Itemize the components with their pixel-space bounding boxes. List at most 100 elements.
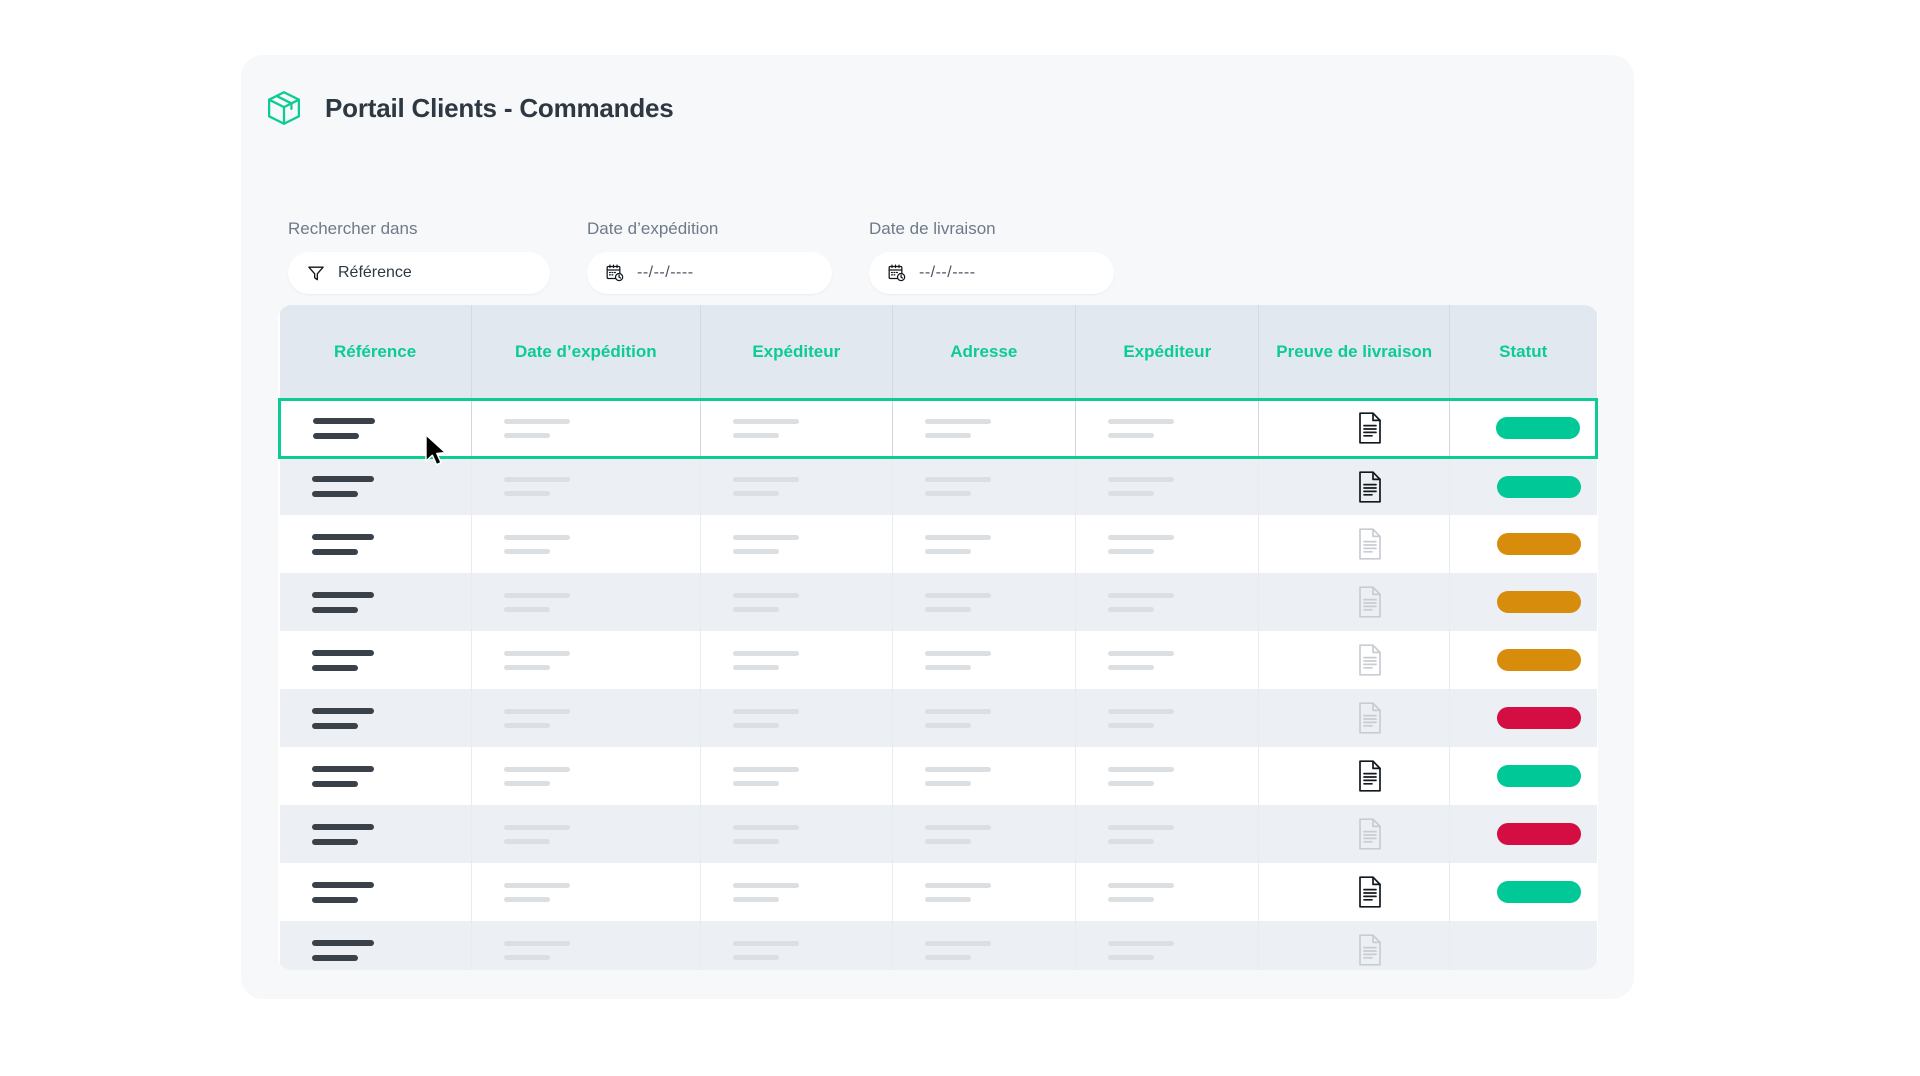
search-input[interactable]: Référence (288, 251, 550, 294)
placeholder-bar (924, 766, 991, 772)
column-header-preuve_livraison[interactable]: Preuve de livraison (1258, 305, 1450, 399)
table-row[interactable] (279, 747, 1597, 805)
orders-table-container[interactable]: Référence Date d’expédition Expéditeur Adre… (278, 305, 1598, 970)
cell-expediteur_2 (1075, 689, 1260, 747)
orders-table: Référence Date d’expédition Expéditeur Adre… (278, 305, 1598, 970)
placeholder-bar (311, 954, 358, 961)
cell-placeholder (924, 477, 1075, 497)
placeholder-bar (924, 708, 991, 714)
cell-placeholder (313, 417, 471, 439)
table-row[interactable] (279, 631, 1597, 689)
placeholder-bar (732, 491, 779, 497)
cell-placeholder (732, 650, 892, 670)
delivery-date-input[interactable]: --/--/---- (869, 251, 1114, 294)
status-badge (1497, 591, 1582, 613)
filter-label-search: Rechercher dans (288, 219, 418, 238)
column-header-statut[interactable]: Statut (1449, 305, 1597, 399)
placeholder-bar (1108, 650, 1175, 656)
status-cell (1449, 397, 1598, 459)
placeholder-bar (732, 940, 799, 946)
placeholder-bar (1108, 766, 1175, 772)
column-header-adresse[interactable]: Adresse (892, 305, 1077, 399)
filter-group-delivery-date: Date de livraison --/--/---- (869, 219, 1114, 294)
document-icon[interactable] (1357, 471, 1383, 503)
status-cell (1449, 515, 1596, 573)
placeholder-bar (311, 664, 358, 671)
cell-placeholder (1108, 708, 1258, 728)
document-icon (1357, 702, 1383, 734)
cell-adresse (892, 573, 1077, 631)
cell-placeholder (732, 882, 892, 902)
filter-label-ship-date: Date d’expédition (587, 219, 719, 238)
placeholder-bar (1108, 534, 1175, 540)
cell-placeholder (924, 824, 1075, 844)
table-row[interactable] (279, 457, 1597, 515)
column-header-date_expedition[interactable]: Date d’expédition (471, 305, 701, 399)
document-icon[interactable] (1357, 876, 1383, 908)
cell-placeholder (732, 766, 892, 786)
cell-reference (279, 631, 472, 689)
placeholder-bar (732, 432, 779, 438)
table-row[interactable] (279, 921, 1597, 970)
placeholder-bar (503, 954, 550, 960)
cell-expediteur_2 (1075, 397, 1260, 459)
placeholder-bar (311, 476, 374, 483)
column-header-expediteur_2[interactable]: Expéditeur (1075, 305, 1260, 399)
cell-reference (279, 805, 472, 863)
placeholder-bar (503, 418, 570, 424)
placeholder-bar (924, 592, 991, 598)
document-icon[interactable] (1357, 412, 1383, 444)
cell-placeholder (311, 533, 471, 555)
table-row[interactable] (279, 515, 1597, 573)
ship-date-input[interactable]: --/--/---- (587, 251, 832, 294)
table-row-selected[interactable] (278, 397, 1598, 459)
cell-expediteur_2 (1075, 921, 1260, 970)
placeholder-bar (732, 780, 779, 786)
status-badge (1497, 823, 1582, 845)
placeholder-bar (732, 882, 799, 888)
cell-expediteur_1 (700, 747, 893, 805)
cell-expediteur_2 (1075, 457, 1260, 515)
placeholder-bar (732, 477, 799, 483)
cell-expediteur_1 (700, 805, 893, 863)
cell-placeholder (503, 534, 700, 554)
orders-table-body (278, 397, 1598, 970)
table-row[interactable] (279, 689, 1597, 747)
document-icon[interactable] (1357, 760, 1383, 792)
placeholder-bar (503, 650, 570, 656)
cell-placeholder (503, 824, 700, 844)
column-header-expediteur_1[interactable]: Expéditeur (700, 305, 893, 399)
cell-placeholder (311, 881, 471, 903)
status-cell (1449, 457, 1596, 515)
cell-placeholder (311, 591, 471, 613)
cell-date_expedition (471, 631, 701, 689)
placeholder-bar (1108, 708, 1175, 714)
placeholder-bar (732, 534, 799, 540)
status-cell (1449, 863, 1596, 921)
cell-placeholder (503, 766, 700, 786)
cell-reference (279, 573, 472, 631)
cell-adresse (892, 747, 1077, 805)
package-box-icon (263, 87, 305, 129)
table-row[interactable] (279, 805, 1597, 863)
placeholder-bar (924, 780, 971, 786)
placeholder-bar (732, 954, 779, 960)
placeholder-bar (311, 591, 374, 598)
status-badge (1497, 475, 1582, 498)
table-row[interactable] (279, 573, 1597, 631)
placeholder-bar (311, 491, 358, 498)
cell-expediteur_1 (700, 921, 893, 970)
filter-bar: Rechercher dans Référence Date d’expédit… (288, 219, 1114, 294)
cell-placeholder (924, 882, 1075, 902)
placeholder-bar (924, 954, 971, 960)
filter-group-ship-date: Date d’expédition --/--/---- (587, 219, 832, 294)
document-icon (1357, 818, 1383, 850)
placeholder-bar (1108, 954, 1155, 960)
table-row[interactable] (279, 863, 1597, 921)
cell-placeholder (1108, 477, 1258, 497)
cell-placeholder (1108, 534, 1258, 554)
column-header-reference[interactable]: Référence (279, 305, 472, 399)
placeholder-bar (732, 896, 779, 902)
search-input-value: Référence (338, 263, 412, 281)
placeholder-bar (503, 534, 570, 540)
